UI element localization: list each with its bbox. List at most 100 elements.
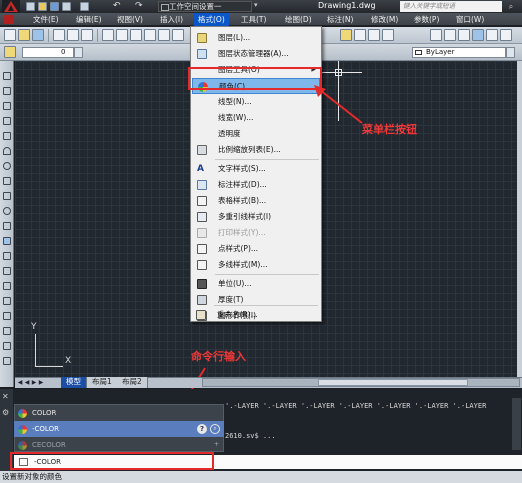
help-icon[interactable]: ?	[197, 424, 207, 434]
construction-line-icon[interactable]	[3, 87, 11, 95]
multiline-text-icon[interactable]	[3, 342, 11, 350]
polyline-icon[interactable]	[3, 102, 11, 110]
menu-item-layer-state-manager[interactable]: 图层状态管理器(A)...	[192, 46, 320, 62]
menu-app-icon[interactable]	[4, 15, 14, 24]
save-toolbar-icon[interactable]	[32, 29, 44, 41]
tab-last-icon[interactable]: ▶	[38, 379, 44, 386]
menu-item-plot-style[interactable]: 打印样式(Y)...	[192, 225, 320, 241]
point-icon[interactable]	[3, 267, 11, 275]
menu-window[interactable]: 窗口(W)	[456, 13, 484, 26]
menu-item-text-style[interactable]: A 文字样式(S)...	[192, 161, 320, 177]
binoculars-icon[interactable]: ⌕	[504, 1, 518, 12]
menu-file[interactable]: 文件(E)	[33, 13, 59, 26]
circle-icon[interactable]	[3, 162, 11, 170]
command-history-scrollbar[interactable]	[512, 398, 521, 450]
table-icon[interactable]	[3, 327, 11, 335]
block-editor-icon[interactable]	[158, 29, 170, 41]
save-as-icon[interactable]	[62, 2, 71, 11]
menu-modify[interactable]: 修改(M)	[371, 13, 398, 26]
menu-item-transparency[interactable]: 透明度	[192, 126, 320, 142]
menu-item-point-style[interactable]: 点样式(P)...	[192, 241, 320, 257]
close-icon[interactable]: ✕	[2, 392, 9, 401]
layer-dropdown[interactable]: 0	[22, 47, 74, 58]
arc-icon[interactable]	[3, 147, 11, 155]
qnew-icon[interactable]	[4, 29, 16, 41]
rectangle-icon[interactable]	[3, 132, 11, 140]
match-properties-icon[interactable]	[144, 29, 156, 41]
autocomplete-item-selected[interactable]: -COLOR	[14, 421, 224, 437]
menu-edit[interactable]: 编辑(E)	[76, 13, 102, 26]
open-icon[interactable]	[18, 29, 30, 41]
revision-cloud-icon[interactable]	[3, 177, 11, 185]
redo-icon[interactable]: ↷	[135, 1, 143, 11]
internet-search-icon[interactable]: ⌕	[210, 424, 220, 434]
tab-prev-icon[interactable]: ◀	[24, 379, 30, 386]
plot-icon[interactable]	[80, 2, 89, 11]
autocomplete-item[interactable]: CECOLOR	[14, 437, 224, 453]
cut-icon[interactable]	[102, 29, 114, 41]
tab-layout2[interactable]: 布局2	[117, 377, 148, 388]
menu-item-multiline-style[interactable]: 多线样式(M)...	[192, 257, 320, 273]
publish-icon[interactable]	[81, 29, 93, 41]
insert-block-icon[interactable]	[3, 237, 11, 245]
sheet-set-icon[interactable]	[472, 29, 484, 41]
properties-icon[interactable]	[430, 29, 442, 41]
workspace-dropdown-icon[interactable]: ▾	[254, 1, 258, 9]
gradient-icon[interactable]	[3, 297, 11, 305]
menu-format[interactable]: 格式(O)	[194, 13, 229, 26]
open-file-icon[interactable]	[38, 2, 47, 11]
menu-item-multileader-style[interactable]: 多重引线样式(I)	[192, 209, 320, 225]
menu-item-layer[interactable]: 图层(L)...	[192, 30, 320, 46]
save-icon[interactable]	[50, 2, 59, 11]
undo-icon[interactable]: ↶	[113, 1, 121, 11]
menu-item-scale-list[interactable]: 比例缩放列表(E)...	[192, 142, 320, 158]
menu-tools[interactable]: 工具(T)	[241, 13, 266, 26]
add-selected-icon[interactable]	[3, 357, 11, 365]
color-control-dropdown[interactable]: ByLayer	[412, 47, 506, 58]
line-icon[interactable]	[3, 72, 11, 80]
menu-view[interactable]: 视图(V)	[117, 13, 143, 26]
menu-insert[interactable]: 插入(I)	[160, 13, 183, 26]
menu-item-table-style[interactable]: 表格样式(B)...	[192, 193, 320, 209]
copy-icon[interactable]	[116, 29, 128, 41]
ellipse-arc-icon[interactable]	[3, 222, 11, 230]
paste-icon[interactable]	[130, 29, 142, 41]
menu-draw[interactable]: 绘图(D)	[285, 13, 312, 26]
tab-next-icon[interactable]: ▶	[31, 379, 37, 386]
undo-toolbar-icon[interactable]	[172, 29, 184, 41]
zoom-previous-icon[interactable]	[382, 29, 394, 41]
markup-icon[interactable]	[486, 29, 498, 41]
ellipse-icon[interactable]	[3, 207, 11, 215]
tab-first-icon[interactable]: ◀	[17, 379, 23, 386]
print-preview-icon[interactable]	[67, 29, 79, 41]
menu-parametric[interactable]: 参数(P)	[414, 13, 439, 26]
autocomplete-item[interactable]: COLOR	[14, 405, 224, 421]
scrollbar-thumb[interactable]	[318, 379, 468, 386]
calculator-icon[interactable]	[500, 29, 512, 41]
pan-icon[interactable]	[340, 29, 352, 41]
menu-dimension[interactable]: 标注(N)	[327, 13, 353, 26]
polygon-icon[interactable]	[3, 117, 11, 125]
layer-properties-icon[interactable]	[4, 46, 16, 58]
print-icon[interactable]	[53, 29, 65, 41]
zoom-realtime-icon[interactable]	[354, 29, 366, 41]
zoom-window-icon[interactable]	[368, 29, 380, 41]
menu-item-dimension-style[interactable]: 标注样式(D)...	[192, 177, 320, 193]
new-file-icon[interactable]	[26, 2, 35, 11]
wrench-icon[interactable]: ⚙	[2, 408, 9, 417]
expand-icon[interactable]: +	[214, 441, 219, 448]
region-icon[interactable]	[3, 312, 11, 320]
hatch-icon[interactable]	[3, 282, 11, 290]
vertical-scrollbar[interactable]	[517, 61, 522, 377]
menu-item-units[interactable]: 单位(U)...	[192, 276, 320, 292]
workspace-selector[interactable]: 工作空间设置一	[158, 1, 252, 12]
menu-item-rename[interactable]: 重命名(R)...	[191, 307, 321, 323]
make-block-icon[interactable]	[3, 252, 11, 260]
tab-model[interactable]: 模型	[61, 377, 87, 388]
chevron-down-icon[interactable]	[74, 47, 83, 58]
tool-palettes-icon[interactable]	[458, 29, 470, 41]
tab-layout1[interactable]: 布局1	[87, 377, 118, 388]
design-center-icon[interactable]	[444, 29, 456, 41]
search-input[interactable]: 键入关键字或短语	[400, 1, 502, 12]
spline-icon[interactable]	[3, 192, 11, 200]
